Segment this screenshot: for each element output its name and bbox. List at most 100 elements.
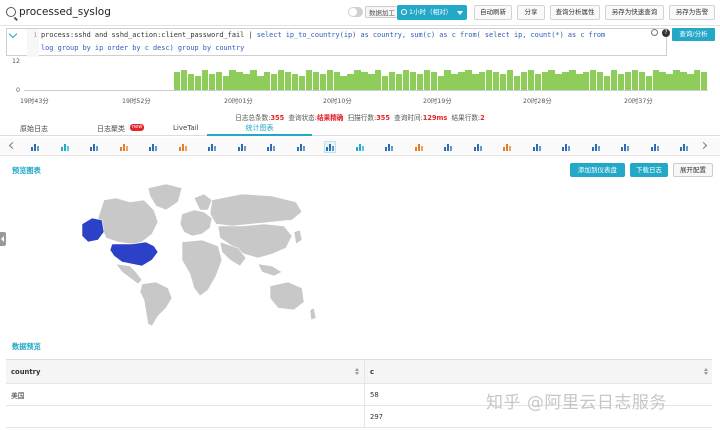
tree-icon[interactable] (650, 142, 660, 152)
histogram-bar[interactable] (694, 70, 701, 90)
histogram-bar[interactable] (479, 72, 486, 90)
share-button[interactable]: 分享 (517, 5, 545, 20)
column-header-c[interactable]: c (364, 360, 712, 383)
china-map-icon[interactable] (296, 142, 306, 152)
query-editor[interactable]: 1 process:sshd and sshd_action:client_pa… (6, 28, 670, 57)
help-icon[interactable]: ? (662, 29, 670, 37)
histogram-bar[interactable] (451, 74, 458, 90)
histogram-bar[interactable] (340, 76, 347, 90)
histogram-bar[interactable] (583, 72, 590, 90)
histogram-bar[interactable] (562, 72, 569, 90)
histogram-bar[interactable] (409, 72, 417, 90)
histogram-bar[interactable] (222, 76, 229, 90)
bubble-icon[interactable] (443, 142, 453, 152)
column-header-country[interactable]: country (6, 360, 364, 383)
histogram-bar[interactable] (194, 76, 202, 90)
histogram-bar[interactable] (215, 72, 222, 90)
histogram-bar[interactable] (458, 72, 465, 90)
chevron-right-icon[interactable] (699, 141, 708, 150)
flow-chart-icon[interactable] (384, 142, 394, 152)
pie-chart-icon[interactable] (148, 142, 158, 152)
histogram-bar[interactable] (305, 70, 313, 90)
add-to-dashboard-button[interactable]: 添加到仪表盘 (570, 163, 625, 177)
histogram-bar[interactable] (513, 76, 521, 90)
histogram-bar[interactable] (437, 76, 444, 90)
histogram-bar[interactable] (652, 70, 659, 90)
histogram-bar[interactable] (284, 72, 292, 90)
histogram-bar[interactable] (326, 70, 333, 90)
table-icon[interactable] (30, 142, 40, 152)
line-chart-icon[interactable] (60, 142, 70, 152)
word-cloud-icon[interactable] (473, 142, 483, 152)
single-value-icon[interactable] (207, 142, 217, 152)
histogram-bar[interactable] (312, 72, 320, 90)
histogram-bar[interactable] (506, 70, 514, 90)
funnel-icon[interactable] (502, 142, 512, 152)
histogram-bar[interactable] (271, 74, 278, 90)
histogram-bar[interactable] (382, 76, 389, 90)
histogram-bar[interactable] (250, 70, 257, 90)
search-analyze-button[interactable]: 查询/分析 (672, 28, 715, 41)
tab-raw-logs[interactable]: 原始日志 (20, 124, 48, 134)
amap-icon[interactable] (355, 142, 365, 152)
area-chart-icon[interactable] (178, 142, 188, 152)
progress-bar-icon[interactable] (237, 142, 247, 152)
histogram-bar[interactable] (499, 74, 507, 90)
tab-stat-chart[interactable]: 统计图表 (207, 121, 312, 136)
query-text[interactable]: process:sshd and sshd_action:client_pass… (41, 29, 641, 55)
histogram-bar[interactable] (666, 74, 673, 90)
histogram-bar[interactable] (444, 70, 451, 90)
heatmap-icon[interactable] (620, 142, 630, 152)
histogram-bar[interactable] (354, 70, 361, 90)
save-quick-query-button[interactable]: 另存为快速查询 (605, 5, 664, 20)
histogram-bar[interactable] (395, 74, 403, 90)
histogram-bar[interactable] (534, 74, 541, 90)
radar-icon[interactable] (561, 142, 571, 152)
histogram-bar[interactable] (264, 72, 271, 90)
histogram-bar[interactable] (243, 74, 250, 90)
histogram-bar[interactable] (423, 70, 430, 90)
histogram-bar[interactable] (631, 70, 639, 90)
histogram-bar[interactable] (603, 76, 611, 90)
treemap-icon[interactable] (532, 142, 542, 152)
histogram-bar[interactable] (541, 72, 548, 90)
auto-refresh-button[interactable]: 自动刷新 (474, 5, 512, 20)
sort-icon[interactable] (704, 368, 708, 375)
time-range-button[interactable]: 1小时（相对） (397, 5, 467, 20)
histogram-bar[interactable] (680, 72, 687, 90)
histogram-bar[interactable] (701, 72, 708, 90)
data-processing-toggle[interactable] (348, 7, 363, 17)
histogram-bar[interactable] (180, 70, 188, 90)
histogram-bar[interactable] (659, 72, 666, 90)
histogram-bar[interactable] (617, 74, 625, 90)
histogram-bar[interactable] (610, 70, 618, 90)
histogram-bar[interactable] (278, 70, 285, 90)
histogram-bar[interactable] (361, 72, 368, 90)
histogram-bar[interactable] (465, 70, 472, 90)
dashboard-icon[interactable] (679, 142, 689, 152)
histogram-bar[interactable] (638, 72, 645, 90)
histogram-bar[interactable] (597, 72, 604, 90)
word-icon[interactable] (266, 142, 276, 152)
histogram-bar[interactable] (298, 76, 306, 90)
collapse-chevron-icon[interactable] (8, 29, 18, 39)
query-properties-button[interactable]: 查询分析属性 (550, 5, 600, 20)
histogram-bar[interactable] (555, 74, 562, 90)
log-histogram[interactable]: 12 0 (6, 58, 715, 105)
histogram-bar[interactable] (673, 70, 680, 90)
expand-config-button[interactable]: 展开配置 (673, 163, 713, 177)
histogram-bar[interactable] (687, 74, 694, 90)
histogram-bar[interactable] (208, 74, 215, 90)
histogram-bar[interactable] (187, 74, 195, 90)
histogram-bar[interactable] (576, 74, 583, 90)
histogram-bar[interactable] (402, 70, 410, 90)
save-alert-button[interactable]: 另存为告警 (669, 5, 715, 20)
histogram-bar[interactable] (201, 70, 209, 90)
sort-icon[interactable] (355, 368, 359, 375)
data-processing-label[interactable]: 数据加工 (365, 6, 399, 18)
histogram-bar[interactable] (520, 72, 528, 90)
histogram-bar[interactable] (416, 74, 424, 90)
histogram-bar[interactable] (493, 72, 500, 90)
histogram-bar[interactable] (229, 70, 236, 90)
histogram-bar[interactable] (388, 72, 396, 90)
